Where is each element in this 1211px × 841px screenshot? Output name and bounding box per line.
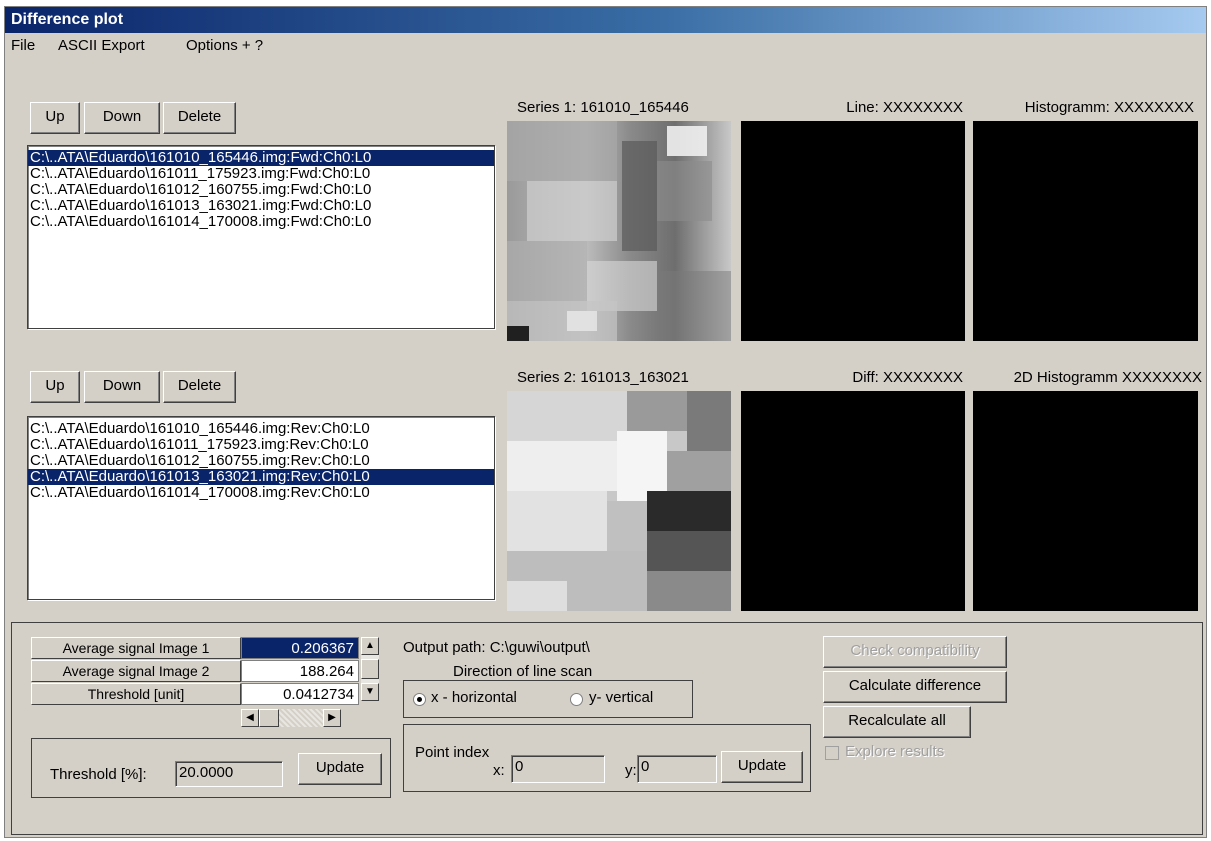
- window-title: Difference plot: [5, 7, 1206, 33]
- list-item[interactable]: C:\..ATA\Eduardo\161011_175923.img:Fwd:C…: [28, 166, 494, 182]
- series1-label: Series 1: 161010_165446: [517, 99, 689, 116]
- menu-ascii-export[interactable]: ASCII Export: [58, 37, 145, 54]
- list-item[interactable]: C:\..ATA\Eduardo\161010_165446.img:Fwd:C…: [28, 150, 494, 166]
- diff-label: Diff: XXXXXXXX: [852, 369, 963, 386]
- threshold-update-button[interactable]: Update: [298, 753, 382, 785]
- series2-image[interactable]: [507, 391, 731, 611]
- menu-file[interactable]: File: [11, 37, 35, 54]
- threshold-percent-field[interactable]: 20.0000: [175, 761, 283, 787]
- list-item[interactable]: C:\..ATA\Eduardo\161013_163021.img:Rev:C…: [28, 469, 494, 485]
- x-horizontal-label[interactable]: x - horizontal: [431, 689, 517, 706]
- scroll-up-icon[interactable]: ▲: [361, 637, 379, 655]
- list2-up-button[interactable]: Up: [30, 371, 80, 403]
- series2-file-list[interactable]: C:\..ATA\Eduardo\161010_165446.img:Rev:C…: [27, 416, 495, 600]
- check-compatibility-button[interactable]: Check compatibility: [823, 636, 1007, 668]
- histogram2d-plot-area[interactable]: [973, 391, 1198, 611]
- avg-signal-1-value[interactable]: 0.206367: [241, 637, 359, 659]
- output-path-label: Output path: C:\guwi\output\: [403, 639, 590, 656]
- list2-delete-button[interactable]: Delete: [163, 371, 236, 403]
- diff-plot-area[interactable]: [741, 391, 965, 611]
- check-compatibility-label: Check compatibility: [850, 642, 980, 659]
- list-item[interactable]: C:\..ATA\Eduardo\161012_160755.img:Fwd:C…: [28, 182, 494, 198]
- list2-down-button[interactable]: Down: [84, 371, 160, 403]
- y-vertical-label[interactable]: y- vertical: [589, 689, 653, 706]
- point-y-field[interactable]: 0: [637, 755, 717, 783]
- vertical-scroll-thumb[interactable]: [361, 659, 379, 679]
- scroll-left-icon[interactable]: ◀: [241, 709, 259, 727]
- histogram-label: Histogramm: XXXXXXXX: [1024, 99, 1194, 116]
- scroll-down-icon[interactable]: ▼: [361, 683, 379, 701]
- direction-label: Direction of line scan: [453, 663, 593, 680]
- series1-file-list[interactable]: C:\..ATA\Eduardo\161010_165446.img:Fwd:C…: [27, 145, 495, 329]
- point-x-field[interactable]: 0: [511, 755, 605, 783]
- list-item[interactable]: C:\..ATA\Eduardo\161014_170008.img:Rev:C…: [28, 485, 494, 501]
- avg-signal-2-label: Average signal Image 2: [31, 660, 241, 682]
- point-x-label: x:: [493, 762, 505, 779]
- list-item[interactable]: C:\..ATA\Eduardo\161014_170008.img:Fwd:C…: [28, 214, 494, 230]
- y-vertical-radio[interactable]: [570, 693, 583, 706]
- threshold-unit-value[interactable]: 0.0412734: [241, 683, 359, 705]
- point-y-label: y:: [625, 762, 637, 779]
- list-item[interactable]: C:\..ATA\Eduardo\161012_160755.img:Rev:C…: [28, 453, 494, 469]
- vertical-scroll-track[interactable]: [361, 655, 379, 683]
- threshold-percent-label: Threshold [%]:: [50, 766, 147, 783]
- scroll-right-icon[interactable]: ▶: [323, 709, 341, 727]
- horizontal-scroll-thumb[interactable]: [259, 709, 279, 727]
- line-label: Line: XXXXXXXX: [846, 99, 963, 116]
- threshold-unit-label: Threshold [unit]: [31, 683, 241, 705]
- explore-results-checkbox[interactable]: [825, 746, 839, 760]
- menu-file-label: File: [11, 37, 36, 54]
- list-item[interactable]: C:\..ATA\Eduardo\161011_175923.img:Rev:C…: [28, 437, 494, 453]
- histogram-plot-area[interactable]: [973, 121, 1198, 341]
- explore-results-label: Explore results: [845, 743, 945, 760]
- avg-signal-2-value[interactable]: 188.264: [241, 660, 359, 682]
- difference-plot-window: Difference plot File ASCII Export Option…: [4, 6, 1207, 838]
- list-item[interactable]: C:\..ATA\Eduardo\161010_165446.img:Rev:C…: [28, 421, 494, 437]
- list-item[interactable]: C:\..ATA\Eduardo\161013_163021.img:Fwd:C…: [28, 198, 494, 214]
- horizontal-scroll-track[interactable]: [259, 709, 323, 727]
- histogram2d-label: 2D Histogramm XXXXXXXX: [1013, 369, 1202, 386]
- list1-down-button[interactable]: Down: [84, 102, 160, 134]
- menu-options[interactable]: Options + ?: [186, 37, 263, 54]
- list1-up-button[interactable]: Up: [30, 102, 80, 134]
- calculate-difference-button[interactable]: Calculate difference: [823, 671, 1007, 703]
- x-horizontal-radio[interactable]: [413, 693, 426, 706]
- menu-ascii-export-label: ASCII Export: [58, 37, 145, 54]
- menu-options-label: Options + ?: [186, 37, 264, 54]
- recalculate-all-button[interactable]: Recalculate all: [823, 706, 971, 738]
- avg-signal-1-label: Average signal Image 1: [31, 637, 241, 659]
- series2-label: Series 2: 161013_163021: [517, 369, 689, 386]
- line-plot-area[interactable]: [741, 121, 965, 341]
- point-update-button[interactable]: Update: [721, 751, 803, 783]
- point-index-label: Point index: [415, 744, 490, 761]
- series1-image[interactable]: [507, 121, 731, 341]
- list1-delete-button[interactable]: Delete: [163, 102, 236, 134]
- explore-results-label-shadow: Explore results: [845, 743, 944, 760]
